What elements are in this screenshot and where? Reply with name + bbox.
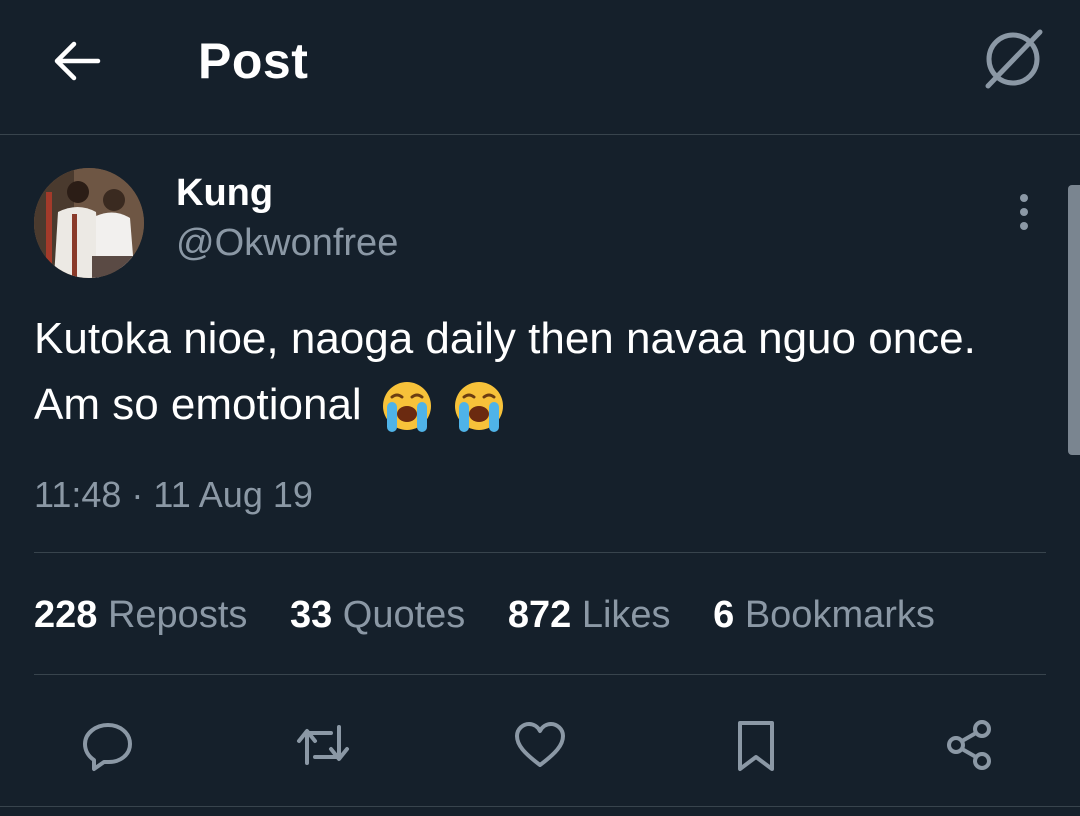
repost-icon xyxy=(297,725,349,765)
page-title: Post xyxy=(198,33,309,89)
back-button[interactable] xyxy=(50,36,104,86)
like-button[interactable] xyxy=(510,715,570,775)
reply-icon xyxy=(83,723,132,771)
stat-count: 33 xyxy=(289,594,333,636)
bookmark-icon xyxy=(738,721,774,771)
top-bar: Post xyxy=(0,0,1080,135)
loudly-crying-face-emoji xyxy=(455,382,504,433)
no-sign-icon xyxy=(985,29,1043,89)
avatar[interactable] xyxy=(34,168,144,278)
stat-likes[interactable]: 872 Likes xyxy=(508,594,671,637)
stat-quotes[interactable]: 33 Quotes xyxy=(290,594,465,637)
arrow-left-icon xyxy=(54,41,101,81)
divider xyxy=(34,552,1046,553)
avatar-photo xyxy=(34,168,144,278)
no-sign-button[interactable] xyxy=(978,26,1048,92)
repost-button[interactable] xyxy=(293,715,353,775)
reply-button[interactable] xyxy=(78,715,138,775)
stat-bookmarks[interactable]: 6 Bookmarks xyxy=(713,594,935,637)
share-button[interactable] xyxy=(940,715,1000,775)
stat-count: 6 xyxy=(713,594,735,636)
loudly-crying-face-emoji xyxy=(382,382,431,433)
tweet-text-block: Kutoka nioe, naoga daily then navaa nguo… xyxy=(34,306,1034,438)
divider xyxy=(0,806,1080,807)
share-icon xyxy=(947,720,991,770)
more-vertical-icon xyxy=(1020,194,1028,230)
stat-count: 872 xyxy=(507,594,572,636)
stat-label: Reposts xyxy=(107,594,248,636)
stat-count: 228 xyxy=(34,594,98,636)
heart-icon xyxy=(515,722,565,767)
author-name[interactable]: Kung xyxy=(176,172,273,215)
stat-label: Bookmarks xyxy=(744,594,935,636)
stat-label: Quotes xyxy=(342,594,466,636)
scrollbar[interactable] xyxy=(1068,185,1080,455)
engagement-stats: 228 Reposts 33 Quotes 872 Likes 6 Bookma… xyxy=(34,594,967,637)
more-options-button[interactable] xyxy=(1006,188,1042,236)
divider xyxy=(34,674,1046,675)
stat-label: Likes xyxy=(581,594,671,636)
stat-reposts[interactable]: 228 Reposts xyxy=(34,594,247,637)
tweet-timestamp[interactable]: 11:48 · 11 Aug 19 xyxy=(34,474,313,516)
bookmark-button[interactable] xyxy=(726,715,786,775)
action-bar xyxy=(0,705,1080,785)
author-handle[interactable]: @Okwonfree xyxy=(176,222,398,265)
